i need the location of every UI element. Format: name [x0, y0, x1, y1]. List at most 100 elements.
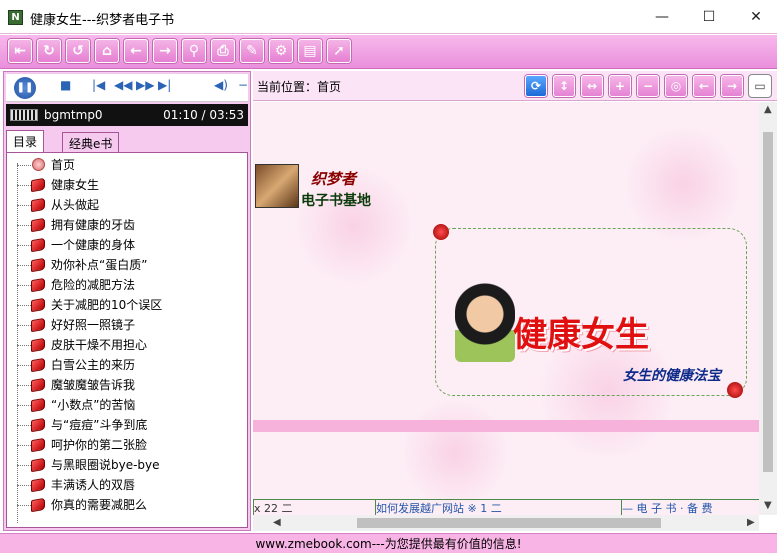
tree-item-label: 与“痘痘”斗争到底 — [51, 418, 148, 432]
back-refresh-icon[interactable]: ↺ — [66, 39, 90, 63]
search-icon[interactable]: ⚲ — [182, 39, 206, 63]
tab-contents[interactable]: 目录 — [6, 130, 45, 152]
refresh-icon[interactable]: ↻ — [37, 39, 61, 63]
tree-item[interactable]: 丰满诱人的双唇 — [17, 475, 245, 495]
prev-track-icon[interactable]: |◀ — [92, 78, 105, 92]
tree-item[interactable]: 呵护你的第二张脸 — [17, 435, 245, 455]
tree-item[interactable]: “小数点”的苦恼 — [17, 395, 245, 415]
tree-item[interactable]: 危险的减肥方法 — [17, 275, 245, 295]
scroll-thumb[interactable] — [763, 132, 773, 472]
book-icon — [31, 297, 45, 313]
tree-item-label: 关于减肥的10个误区 — [51, 298, 163, 312]
tree-item-label: “小数点”的苦恼 — [51, 398, 136, 412]
scroll-left-icon[interactable]: ◀ — [273, 517, 281, 528]
next-page-icon[interactable]: → — [721, 75, 743, 97]
nav-bar: 当前位置：首页 ⟳ ↕ ↔ + − ◎ ← → ▭ — [253, 71, 777, 101]
tree-item[interactable]: 与黑眼圈说bye-bye — [17, 455, 245, 475]
tree-item[interactable]: 好好照一照镜子 — [17, 315, 245, 335]
close-button[interactable]: ✕ — [733, 0, 777, 34]
select-icon[interactable]: ➚ — [327, 39, 351, 63]
tree-item-label: 丰满诱人的双唇 — [51, 478, 136, 492]
forward-icon[interactable]: → — [153, 39, 177, 63]
tree-item-home[interactable]: 首页 — [17, 155, 245, 175]
track-name: bgmtmp0 — [44, 108, 103, 122]
next-track-icon[interactable]: ▶| — [158, 78, 171, 92]
home-icon[interactable]: ⌂ — [95, 39, 119, 63]
book-icon — [31, 497, 45, 513]
exit-icon[interactable]: ⇤ — [8, 39, 32, 63]
tree-item-label: 危险的减肥方法 — [51, 278, 136, 292]
zoom-reset-icon[interactable]: ◎ — [665, 75, 687, 97]
scroll-up-icon[interactable]: ▲ — [764, 104, 772, 115]
book-icon — [31, 257, 45, 273]
book-icon — [31, 397, 45, 413]
tree-item[interactable]: 关于减肥的10个误区 — [17, 295, 245, 315]
link-cell[interactable]: x 22 二 — [253, 500, 375, 515]
book-icon — [31, 197, 45, 213]
app-icon: N — [8, 10, 23, 25]
minimize-button[interactable]: — — [639, 0, 685, 34]
bookmark-icon[interactable]: ▤ — [298, 39, 322, 63]
volume-icon[interactable]: ◀) — [214, 78, 228, 92]
tree-item[interactable]: 与“痘痘”斗争到底 — [17, 415, 245, 435]
pause-button[interactable]: ❚❚ — [14, 77, 36, 99]
rewind-icon[interactable]: ◀◀ — [114, 78, 132, 92]
link-cell[interactable]: 如何发展越广网站 ※ 1 二 — [375, 500, 621, 515]
rose-decoration — [727, 382, 743, 398]
link-cell[interactable]: — 电 子 书 · 备 费 — [621, 500, 759, 515]
tree-item[interactable]: 健康女生 — [17, 175, 245, 195]
favorites-icon[interactable]: ✎ — [240, 39, 264, 63]
book-icon — [31, 377, 45, 393]
book-icon — [31, 317, 45, 333]
stop-icon[interactable]: ■ — [60, 78, 71, 92]
vertical-scrollbar[interactable]: ▲ ▼ — [759, 102, 777, 515]
book-icon — [31, 477, 45, 493]
tree-item[interactable]: 一个健康的身体 — [17, 235, 245, 255]
prev-page-icon[interactable]: ← — [693, 75, 715, 97]
book-title: 健康女生 — [513, 315, 649, 355]
book-page: 织梦者 电子书基地 健康女生 女生的健康法宝 x 22 二 如何发展越广网站 ※… — [253, 102, 759, 515]
tab-classic-ebooks[interactable]: 经典e书 — [62, 132, 120, 152]
book-icon — [31, 437, 45, 453]
tree-item[interactable]: 你真的需要减肥么 — [17, 495, 245, 515]
tree-item-label: 魔皱魔皱告诉我 — [51, 378, 136, 392]
scroll-right-icon[interactable]: ▶ — [747, 517, 755, 528]
volume-slider[interactable]: − — [238, 78, 248, 92]
book-icon — [31, 277, 45, 293]
tree-item[interactable]: 白雪公主的来历 — [17, 355, 245, 375]
logo-text-bottom: 电子书基地 — [301, 193, 371, 209]
tree-item-label: 你真的需要减肥么 — [51, 498, 148, 512]
scroll-down-icon[interactable]: ▼ — [764, 500, 772, 511]
settings-icon[interactable]: ⚙ — [269, 39, 293, 63]
back-icon[interactable]: ← — [124, 39, 148, 63]
print-icon[interactable]: ⎙ — [211, 39, 235, 63]
book-icon — [31, 417, 45, 433]
tree-item[interactable]: 皮肤干燥不用担心 — [17, 335, 245, 355]
maximize-button[interactable]: ☐ — [686, 0, 732, 34]
tree-item-label: 拥有健康的牙齿 — [51, 218, 136, 232]
reader-panel: 当前位置：首页 ⟳ ↕ ↔ + − ◎ ← → ▭ 织梦者 电子书基地 健康女生… — [253, 71, 777, 531]
zoom-out-icon[interactable]: − — [637, 75, 659, 97]
status-bar: www.zmebook.com---为您提供最有价值的信息! — [0, 533, 777, 553]
book-icon — [31, 217, 45, 233]
zoom-in-icon[interactable]: + — [609, 75, 631, 97]
fit-width-icon[interactable]: ↔ — [581, 75, 603, 97]
left-panel: ❚❚ ■ |◀ ◀◀ ▶▶ ▶| ◀) − bgmtmp0 01:10 / 03… — [3, 71, 251, 531]
fullscreen-icon[interactable]: ▭ — [749, 75, 771, 97]
tree-item[interactable]: 拥有健康的牙齿 — [17, 215, 245, 235]
tree-item[interactable]: 从头做起 — [17, 195, 245, 215]
fast-forward-icon[interactable]: ▶▶ — [136, 78, 154, 92]
scroll-thumb[interactable] — [357, 518, 661, 528]
tree-item[interactable]: 劝你补点“蛋白质” — [17, 255, 245, 275]
fit-height-icon[interactable]: ↕ — [553, 75, 575, 97]
tree-item[interactable]: 魔皱魔皱告诉我 — [17, 375, 245, 395]
divider-bar — [253, 420, 759, 432]
book-subtitle: 女生的健康法宝 — [623, 368, 721, 384]
book-icon — [31, 337, 45, 353]
panel-tabs: 目录 经典e书 — [6, 130, 248, 152]
book-icon — [31, 357, 45, 373]
track-time: 01:10 / 03:53 — [163, 108, 244, 122]
book-icon — [31, 237, 45, 253]
sync-icon[interactable]: ⟳ — [525, 75, 547, 97]
horizontal-scrollbar[interactable]: ◀ ▶ — [253, 515, 759, 531]
